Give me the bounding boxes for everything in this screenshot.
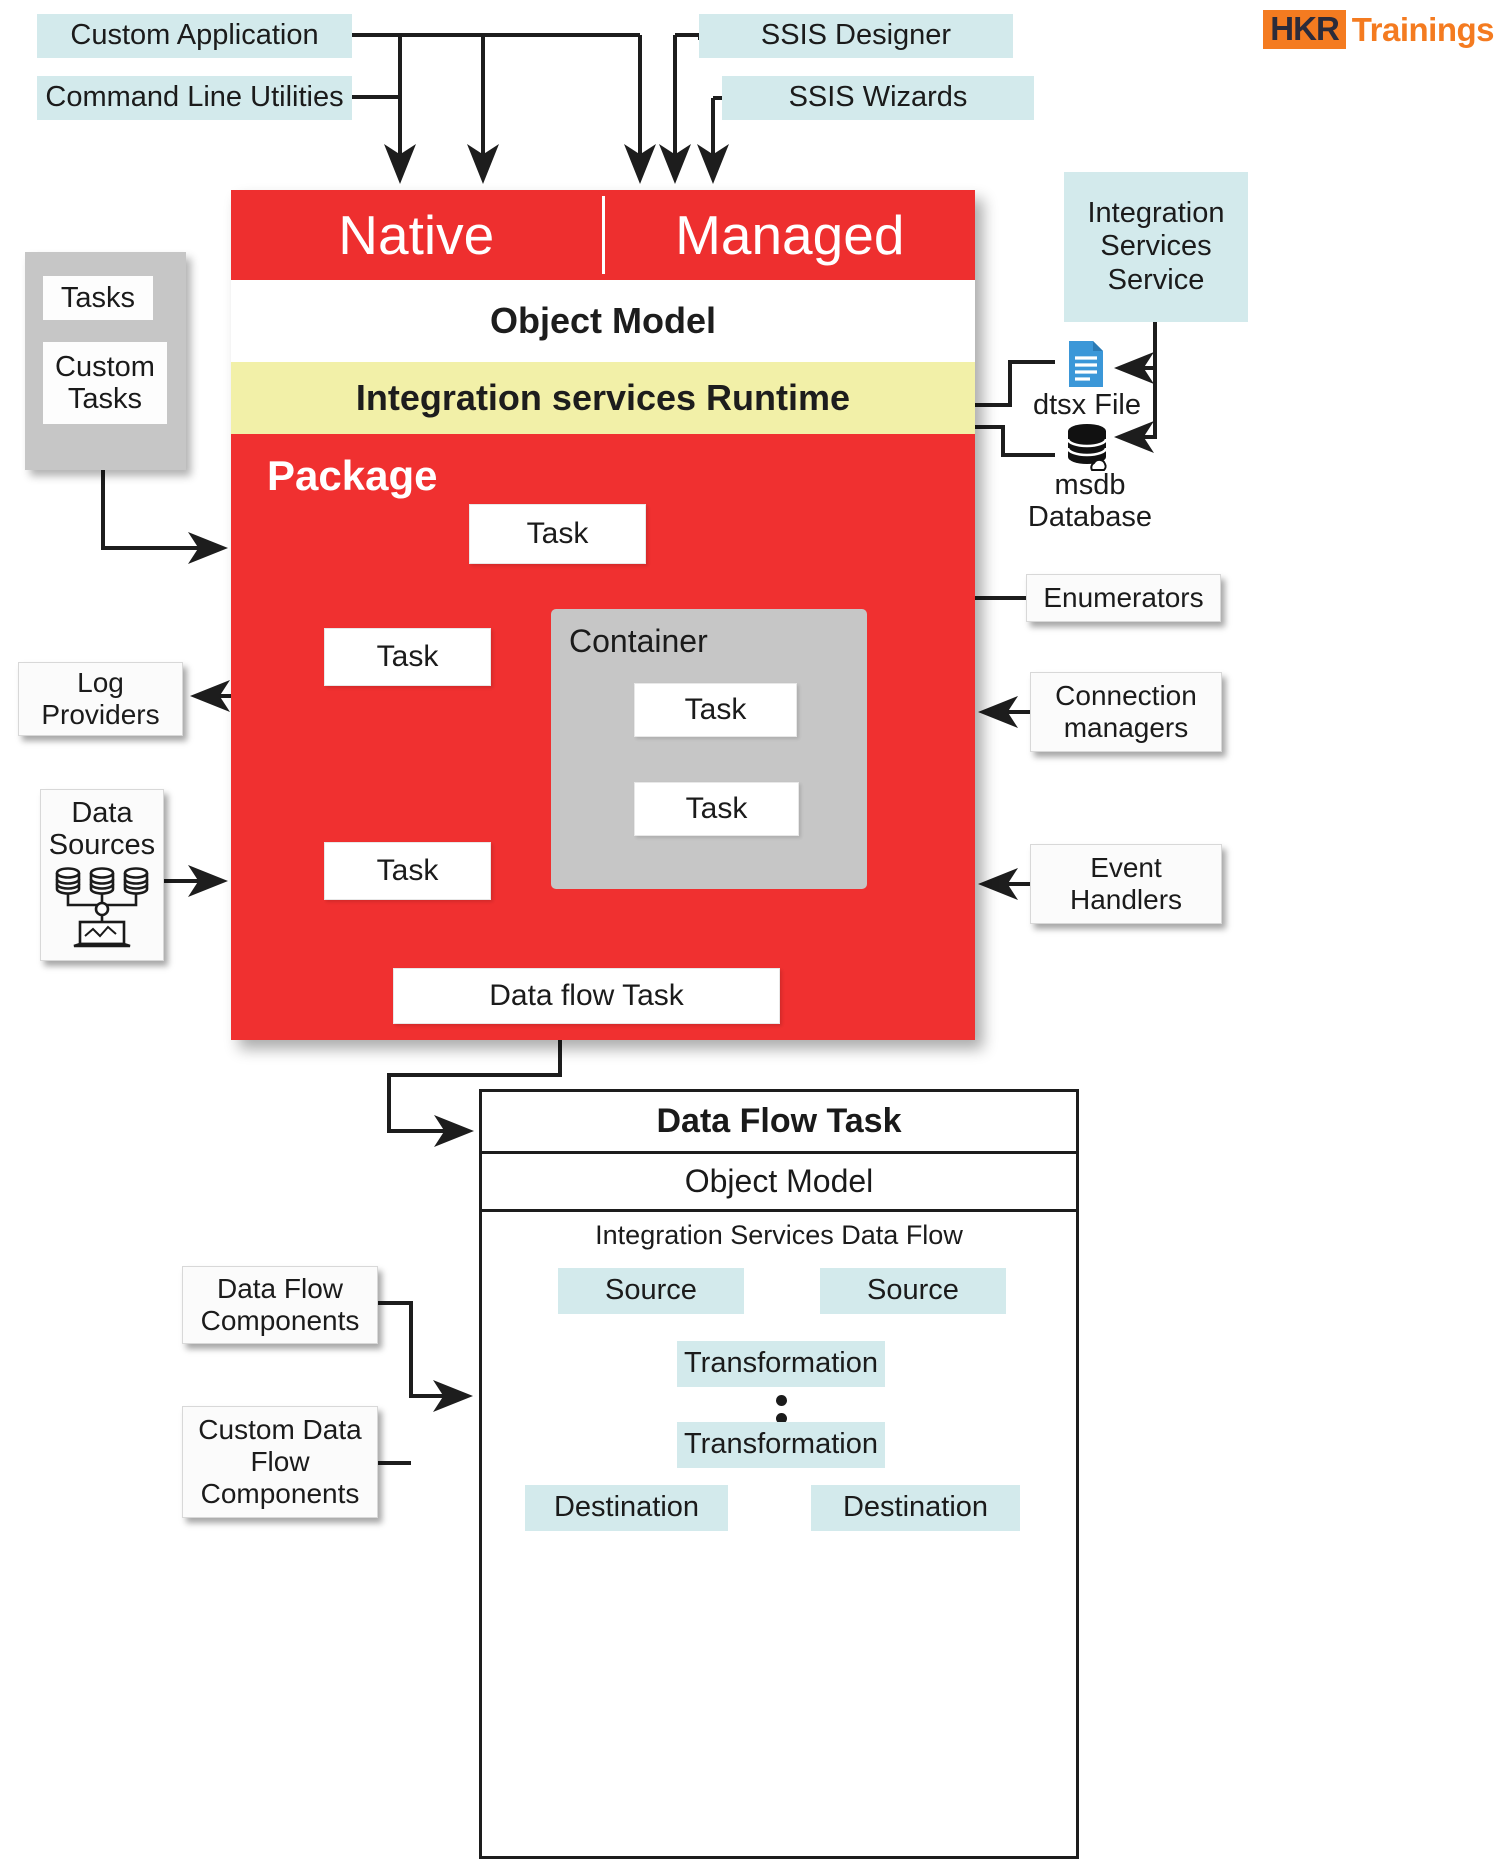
input-tag-label: Command Line Utilities <box>45 81 344 114</box>
source-box-left[interactable]: Source <box>558 1268 744 1314</box>
managed-band-label-wrap: Managed <box>605 190 976 280</box>
enumerators-label: Enumerators <box>1043 581 1204 613</box>
destination-box-right[interactable]: Destination <box>811 1485 1020 1531</box>
data-flow-components-box[interactable]: Data Flow Components <box>182 1266 378 1344</box>
task-box-container-bottom[interactable]: Task <box>634 782 799 836</box>
task-box-container-top[interactable]: Task <box>634 683 797 737</box>
logo-mark: HKR <box>1263 10 1346 49</box>
input-tag-label: Custom Application <box>70 19 319 52</box>
runtime-mode-band: Native Managed <box>231 190 975 280</box>
tasks-group-panel: Tasks Custom Tasks <box>25 252 186 470</box>
container-box: Container Task Task <box>551 609 867 889</box>
diagram-canvas: HKR Trainings Custom Application Command… <box>0 0 1512 1867</box>
managed-label: Managed <box>675 204 905 266</box>
data-flow-task-panel: Data Flow Task Object Model Integration … <box>479 1089 1079 1859</box>
package-area: Package Task Task Task Container Task Ta <box>231 434 975 1040</box>
custom-data-flow-components-box[interactable]: Custom Data Flow Components <box>182 1406 378 1518</box>
data-flow-task-box[interactable]: Data flow Task <box>393 968 780 1024</box>
event-handlers-label: Event Handlers <box>1069 851 1183 915</box>
task-label: Task <box>684 693 747 726</box>
task-label: Task <box>376 854 439 887</box>
data-flow-panel-title: Data Flow Task <box>482 1092 1076 1154</box>
task-box-left-middle[interactable]: Task <box>324 628 491 686</box>
container-label: Container <box>569 623 708 659</box>
object-model-label: Object Model <box>489 300 717 341</box>
data-flow-subtitle: Integration Services Data Flow <box>595 1220 963 1250</box>
custom-tasks-box[interactable]: Custom Tasks <box>43 342 167 424</box>
input-tag-label: SSIS Designer <box>760 19 952 52</box>
logo-text: Trainings <box>1351 10 1495 48</box>
transformation-box-top[interactable]: Transformation <box>677 1341 885 1387</box>
native-label: Native <box>338 204 495 266</box>
data-flow-object-model-label: Object Model <box>482 1154 1076 1212</box>
custom-tasks-label: Custom Tasks <box>55 350 155 415</box>
data-flow-task-label: Data flow Task <box>489 979 684 1012</box>
object-model-band: Object Model <box>231 280 975 362</box>
input-tag-ssis-wizards[interactable]: SSIS Wizards <box>722 76 1034 120</box>
data-sources-label: Data Sources <box>48 797 156 861</box>
integration-services-service-label: Integration Services Service <box>1087 196 1225 296</box>
tasks-label: Tasks <box>60 281 136 314</box>
task-box-left-bottom[interactable]: Task <box>324 842 491 900</box>
transformation-label: Transformation <box>684 1347 878 1380</box>
data-flow-components-label: Data Flow Components <box>200 1272 360 1336</box>
input-tag-label: SSIS Wizards <box>788 81 968 114</box>
msdb-database-icon <box>1060 420 1116 472</box>
data-sources-box[interactable]: Data Sources <box>40 789 164 961</box>
task-label: Task <box>376 640 439 673</box>
custom-data-flow-components-label: Custom Data Flow Components <box>198 1413 362 1510</box>
enumerators-box[interactable]: Enumerators <box>1026 574 1221 622</box>
destination-box-left[interactable]: Destination <box>525 1485 728 1531</box>
input-tag-custom-application[interactable]: Custom Application <box>37 14 352 58</box>
task-label: Task <box>685 792 748 825</box>
ssis-architecture-panel: Native Managed Object Model Integration … <box>231 190 975 1040</box>
input-tag-ssis-designer[interactable]: SSIS Designer <box>699 14 1013 58</box>
event-handlers-box[interactable]: Event Handlers <box>1030 844 1222 924</box>
source-box-right[interactable]: Source <box>820 1268 1006 1314</box>
source-label: Source <box>867 1274 959 1307</box>
source-label: Source <box>605 1274 697 1307</box>
destination-label: Destination <box>842 1491 989 1524</box>
connection-managers-label: Connection managers <box>1055 679 1197 743</box>
native-band-label-wrap: Native <box>231 190 602 280</box>
transformation-label: Transformation <box>684 1428 878 1461</box>
input-tag-command-line-utilities[interactable]: Command Line Utilities <box>37 76 352 120</box>
runtime-label: Integration services Runtime <box>355 377 851 418</box>
package-label: Package <box>267 452 438 499</box>
connection-managers-box[interactable]: Connection managers <box>1030 672 1222 752</box>
destination-label: Destination <box>553 1491 700 1524</box>
dtsx-file-icon <box>1062 338 1110 390</box>
msdb-database-label: msdb Database <box>1027 469 1153 533</box>
integration-services-runtime-band: Integration services Runtime <box>231 362 975 434</box>
tasks-box[interactable]: Tasks <box>43 276 153 320</box>
task-box-top[interactable]: Task <box>469 504 646 564</box>
log-providers-box[interactable]: Log Providers <box>18 662 183 736</box>
data-sources-icon <box>55 866 149 948</box>
task-label: Task <box>526 517 589 550</box>
brand-logo: HKR Trainings <box>1263 10 1495 49</box>
transformation-box-bottom[interactable]: Transformation <box>677 1422 885 1468</box>
integration-services-service-box[interactable]: Integration Services Service <box>1064 172 1248 322</box>
log-providers-label: Log Providers <box>41 666 160 730</box>
dtsx-file-label: dtsx File <box>1033 389 1141 421</box>
